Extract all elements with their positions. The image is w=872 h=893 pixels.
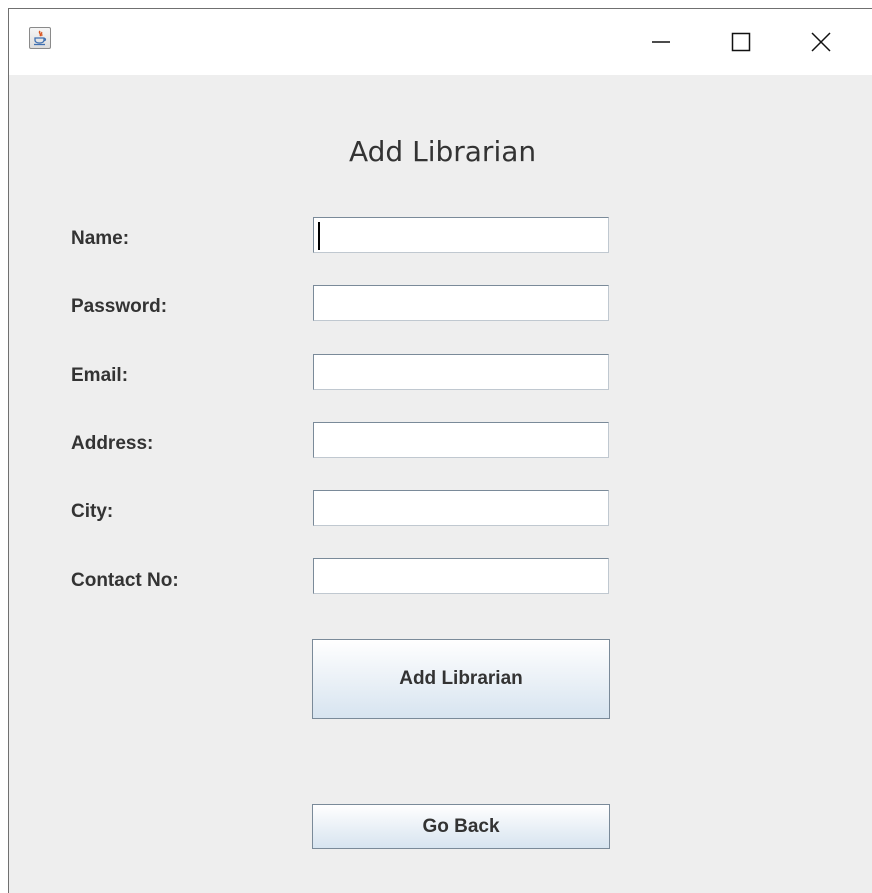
email-label: Email: [71, 365, 129, 386]
password-field[interactable] [313, 285, 609, 321]
city-field[interactable] [313, 490, 609, 526]
go-back-button[interactable]: Go Back [312, 804, 610, 849]
page-title: Add Librarian [349, 135, 537, 168]
minimize-icon [652, 41, 670, 43]
password-label: Password: [71, 296, 168, 317]
contact-no-field[interactable] [313, 558, 609, 594]
close-button[interactable] [781, 9, 861, 75]
app-window: Add Librarian Name: Password: Email: Add… [8, 8, 872, 893]
java-icon[interactable] [29, 27, 51, 49]
city-label: City: [71, 501, 114, 522]
title-bar[interactable] [9, 9, 872, 75]
maximize-icon [731, 32, 751, 52]
contact-no-label: Contact No: [71, 570, 179, 591]
close-icon [811, 32, 831, 52]
address-field[interactable] [313, 422, 609, 458]
form-panel: Add Librarian Name: Password: Email: Add… [9, 75, 872, 893]
maximize-button[interactable] [701, 9, 781, 75]
name-label: Name: [71, 228, 130, 249]
minimize-button[interactable] [621, 9, 701, 75]
email-field[interactable] [313, 354, 609, 390]
text-caret [318, 222, 320, 250]
address-label: Address: [71, 433, 154, 454]
add-librarian-button[interactable]: Add Librarian [312, 639, 610, 719]
name-field[interactable] [313, 217, 609, 253]
